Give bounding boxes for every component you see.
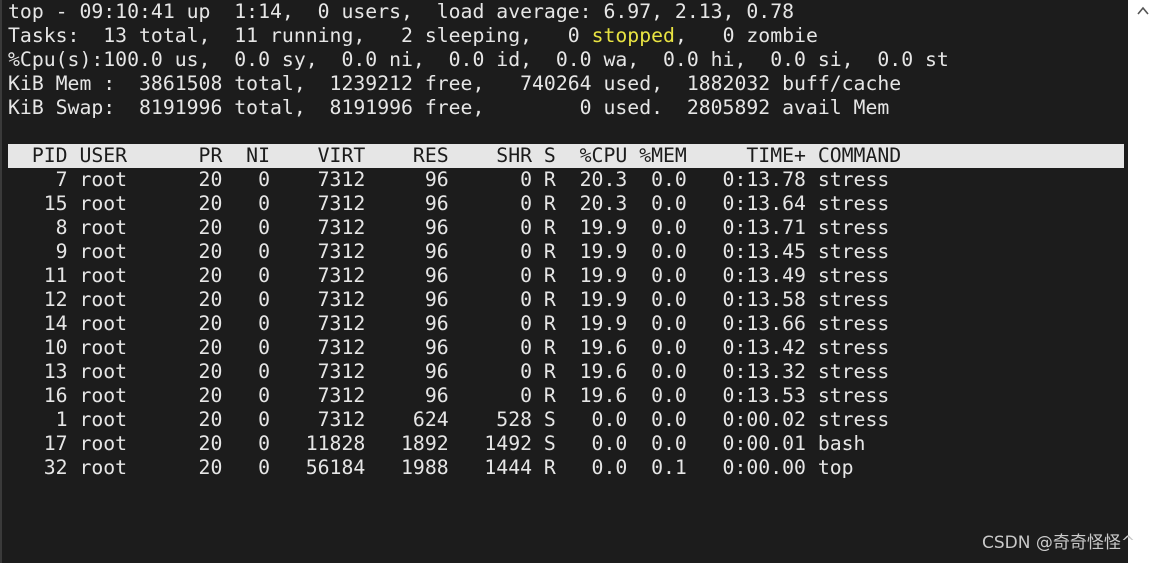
swap-line: KiB Swap: 8191996 total, 8191996 free, 0… — [8, 96, 890, 119]
process-row: 1 root 20 0 7312 624 528 S 0.0 0.0 0:00.… — [8, 408, 890, 431]
process-row: 12 root 20 0 7312 96 0 R 19.9 0.0 0:13.5… — [8, 288, 890, 311]
process-row: 32 root 20 0 56184 1988 1444 R 0.0 0.1 0… — [8, 456, 854, 479]
uptime-load-line: top - 09:10:41 up 1:14, 0 users, load av… — [8, 0, 795, 23]
process-row: 14 root 20 0 7312 96 0 R 19.9 0.0 0:13.6… — [8, 312, 890, 335]
chevron-up-icon[interactable] — [1134, 2, 1152, 20]
cpu-line: %Cpu(s):100.0 us, 0.0 sy, 0.0 ni, 0.0 id… — [8, 48, 949, 71]
tasks-stopped-label: stopped — [591, 24, 675, 47]
tasks-zombie-text: , 0 zombie — [674, 24, 818, 47]
mem-line: KiB Mem : 3861508 total, 1239212 free, 7… — [8, 72, 902, 95]
process-row: 16 root 20 0 7312 96 0 R 19.6 0.0 0:13.5… — [8, 384, 890, 407]
vertical-scrollbar[interactable] — [1130, 0, 1156, 563]
column-headers: PID USER PR NI VIRT RES SHR S %CPU %MEM … — [8, 144, 902, 167]
process-table-header: PID USER PR NI VIRT RES SHR S %CPU %MEM … — [8, 144, 1124, 168]
process-row: 13 root 20 0 7312 96 0 R 19.6 0.0 0:13.3… — [8, 360, 890, 383]
process-row: 7 root 20 0 7312 96 0 R 20.3 0.0 0:13.78… — [8, 168, 890, 191]
tasks-text: Tasks: 13 total, 11 running, 2 sleeping,… — [8, 24, 592, 47]
process-row: 9 root 20 0 7312 96 0 R 19.9 0.0 0:13.45… — [8, 240, 890, 263]
watermark: CSDN @奇奇怪怪^ — [982, 533, 1136, 553]
tasks-line: Tasks: 13 total, 11 running, 2 sleeping,… — [8, 24, 818, 48]
process-row: 10 root 20 0 7312 96 0 R 19.6 0.0 0:13.4… — [8, 336, 890, 359]
terminal-window[interactable]: top - 09:10:41 up 1:14, 0 users, load av… — [0, 0, 1128, 563]
process-row: 11 root 20 0 7312 96 0 R 19.9 0.0 0:13.4… — [8, 264, 890, 287]
process-row: 15 root 20 0 7312 96 0 R 20.3 0.0 0:13.6… — [8, 192, 890, 215]
process-row: 8 root 20 0 7312 96 0 R 19.9 0.0 0:13.71… — [8, 216, 890, 239]
process-row: 17 root 20 0 11828 1892 1492 S 0.0 0.0 0… — [8, 432, 866, 455]
